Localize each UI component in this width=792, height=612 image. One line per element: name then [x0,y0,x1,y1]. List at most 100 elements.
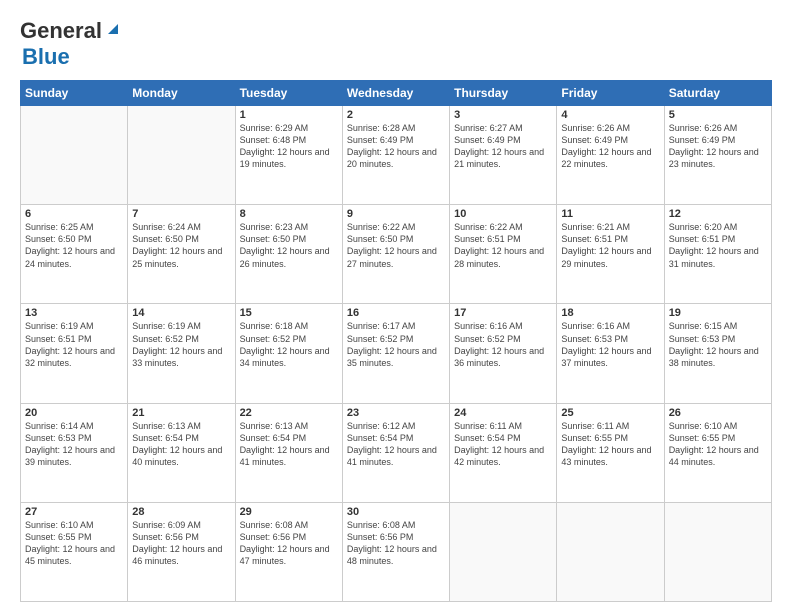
day-detail: Sunrise: 6:10 AMSunset: 6:55 PMDaylight:… [669,420,767,469]
calendar-day-cell: 24Sunrise: 6:11 AMSunset: 6:54 PMDayligh… [450,403,557,502]
day-detail: Sunrise: 6:28 AMSunset: 6:49 PMDaylight:… [347,122,445,171]
day-number: 13 [25,307,123,319]
day-of-week-header: Friday [557,81,664,106]
calendar-day-cell [664,502,771,601]
day-detail: Sunrise: 6:13 AMSunset: 6:54 PMDaylight:… [240,420,338,469]
calendar-day-cell: 7Sunrise: 6:24 AMSunset: 6:50 PMDaylight… [128,205,235,304]
logo-blue-text: Blue [22,44,70,69]
day-detail: Sunrise: 6:12 AMSunset: 6:54 PMDaylight:… [347,420,445,469]
calendar-day-cell: 6Sunrise: 6:25 AMSunset: 6:50 PMDaylight… [21,205,128,304]
calendar-day-cell: 5Sunrise: 6:26 AMSunset: 6:49 PMDaylight… [664,106,771,205]
day-number: 8 [240,208,338,220]
calendar-day-cell: 4Sunrise: 6:26 AMSunset: 6:49 PMDaylight… [557,106,664,205]
day-number: 25 [561,407,659,419]
calendar-day-cell: 26Sunrise: 6:10 AMSunset: 6:55 PMDayligh… [664,403,771,502]
day-detail: Sunrise: 6:26 AMSunset: 6:49 PMDaylight:… [669,122,767,171]
day-detail: Sunrise: 6:20 AMSunset: 6:51 PMDaylight:… [669,221,767,270]
logo-general-text: General [20,18,102,44]
calendar-day-cell: 9Sunrise: 6:22 AMSunset: 6:50 PMDaylight… [342,205,449,304]
calendar-day-cell: 8Sunrise: 6:23 AMSunset: 6:50 PMDaylight… [235,205,342,304]
day-detail: Sunrise: 6:08 AMSunset: 6:56 PMDaylight:… [240,519,338,568]
calendar-day-cell [21,106,128,205]
day-number: 5 [669,109,767,121]
calendar-day-cell: 21Sunrise: 6:13 AMSunset: 6:54 PMDayligh… [128,403,235,502]
day-detail: Sunrise: 6:11 AMSunset: 6:54 PMDaylight:… [454,420,552,469]
day-number: 30 [347,506,445,518]
calendar-day-cell: 29Sunrise: 6:08 AMSunset: 6:56 PMDayligh… [235,502,342,601]
day-detail: Sunrise: 6:29 AMSunset: 6:48 PMDaylight:… [240,122,338,171]
day-number: 22 [240,407,338,419]
day-detail: Sunrise: 6:08 AMSunset: 6:56 PMDaylight:… [347,519,445,568]
day-number: 17 [454,307,552,319]
day-detail: Sunrise: 6:13 AMSunset: 6:54 PMDaylight:… [132,420,230,469]
day-number: 7 [132,208,230,220]
day-of-week-header: Thursday [450,81,557,106]
day-detail: Sunrise: 6:19 AMSunset: 6:52 PMDaylight:… [132,320,230,369]
day-number: 23 [347,407,445,419]
day-detail: Sunrise: 6:22 AMSunset: 6:50 PMDaylight:… [347,221,445,270]
day-detail: Sunrise: 6:23 AMSunset: 6:50 PMDaylight:… [240,221,338,270]
day-detail: Sunrise: 6:27 AMSunset: 6:49 PMDaylight:… [454,122,552,171]
calendar-header-row: SundayMondayTuesdayWednesdayThursdayFrid… [21,81,772,106]
logo-arrow-icon [104,20,122,38]
header: General Blue [20,18,772,70]
calendar-day-cell: 14Sunrise: 6:19 AMSunset: 6:52 PMDayligh… [128,304,235,403]
calendar-day-cell: 17Sunrise: 6:16 AMSunset: 6:52 PMDayligh… [450,304,557,403]
day-detail: Sunrise: 6:19 AMSunset: 6:51 PMDaylight:… [25,320,123,369]
calendar-week-row: 6Sunrise: 6:25 AMSunset: 6:50 PMDaylight… [21,205,772,304]
calendar-day-cell: 30Sunrise: 6:08 AMSunset: 6:56 PMDayligh… [342,502,449,601]
calendar-day-cell: 3Sunrise: 6:27 AMSunset: 6:49 PMDaylight… [450,106,557,205]
day-number: 2 [347,109,445,121]
day-detail: Sunrise: 6:17 AMSunset: 6:52 PMDaylight:… [347,320,445,369]
day-detail: Sunrise: 6:22 AMSunset: 6:51 PMDaylight:… [454,221,552,270]
day-number: 21 [132,407,230,419]
calendar-day-cell: 13Sunrise: 6:19 AMSunset: 6:51 PMDayligh… [21,304,128,403]
day-number: 4 [561,109,659,121]
calendar-day-cell: 20Sunrise: 6:14 AMSunset: 6:53 PMDayligh… [21,403,128,502]
calendar-day-cell [557,502,664,601]
calendar-day-cell: 10Sunrise: 6:22 AMSunset: 6:51 PMDayligh… [450,205,557,304]
day-number: 18 [561,307,659,319]
day-detail: Sunrise: 6:14 AMSunset: 6:53 PMDaylight:… [25,420,123,469]
calendar-day-cell: 18Sunrise: 6:16 AMSunset: 6:53 PMDayligh… [557,304,664,403]
calendar-day-cell: 27Sunrise: 6:10 AMSunset: 6:55 PMDayligh… [21,502,128,601]
day-number: 9 [347,208,445,220]
day-number: 19 [669,307,767,319]
day-number: 14 [132,307,230,319]
day-number: 10 [454,208,552,220]
calendar-day-cell: 28Sunrise: 6:09 AMSunset: 6:56 PMDayligh… [128,502,235,601]
day-number: 16 [347,307,445,319]
calendar-day-cell: 2Sunrise: 6:28 AMSunset: 6:49 PMDaylight… [342,106,449,205]
calendar-day-cell: 1Sunrise: 6:29 AMSunset: 6:48 PMDaylight… [235,106,342,205]
day-of-week-header: Tuesday [235,81,342,106]
calendar-day-cell: 15Sunrise: 6:18 AMSunset: 6:52 PMDayligh… [235,304,342,403]
calendar-table: SundayMondayTuesdayWednesdayThursdayFrid… [20,80,772,602]
day-number: 11 [561,208,659,220]
day-of-week-header: Sunday [21,81,128,106]
calendar-day-cell: 16Sunrise: 6:17 AMSunset: 6:52 PMDayligh… [342,304,449,403]
day-number: 26 [669,407,767,419]
calendar-week-row: 20Sunrise: 6:14 AMSunset: 6:53 PMDayligh… [21,403,772,502]
day-number: 28 [132,506,230,518]
day-detail: Sunrise: 6:10 AMSunset: 6:55 PMDaylight:… [25,519,123,568]
day-detail: Sunrise: 6:18 AMSunset: 6:52 PMDaylight:… [240,320,338,369]
day-detail: Sunrise: 6:24 AMSunset: 6:50 PMDaylight:… [132,221,230,270]
day-number: 27 [25,506,123,518]
calendar-day-cell: 23Sunrise: 6:12 AMSunset: 6:54 PMDayligh… [342,403,449,502]
calendar-week-row: 27Sunrise: 6:10 AMSunset: 6:55 PMDayligh… [21,502,772,601]
day-detail: Sunrise: 6:25 AMSunset: 6:50 PMDaylight:… [25,221,123,270]
day-number: 20 [25,407,123,419]
day-number: 15 [240,307,338,319]
day-of-week-header: Saturday [664,81,771,106]
calendar-day-cell: 22Sunrise: 6:13 AMSunset: 6:54 PMDayligh… [235,403,342,502]
day-detail: Sunrise: 6:16 AMSunset: 6:53 PMDaylight:… [561,320,659,369]
page: General Blue SundayMondayTuesdayWednesda… [0,0,792,612]
day-of-week-header: Wednesday [342,81,449,106]
day-number: 6 [25,208,123,220]
day-number: 1 [240,109,338,121]
day-number: 3 [454,109,552,121]
day-detail: Sunrise: 6:26 AMSunset: 6:49 PMDaylight:… [561,122,659,171]
day-number: 24 [454,407,552,419]
calendar-day-cell: 12Sunrise: 6:20 AMSunset: 6:51 PMDayligh… [664,205,771,304]
calendar-day-cell [128,106,235,205]
